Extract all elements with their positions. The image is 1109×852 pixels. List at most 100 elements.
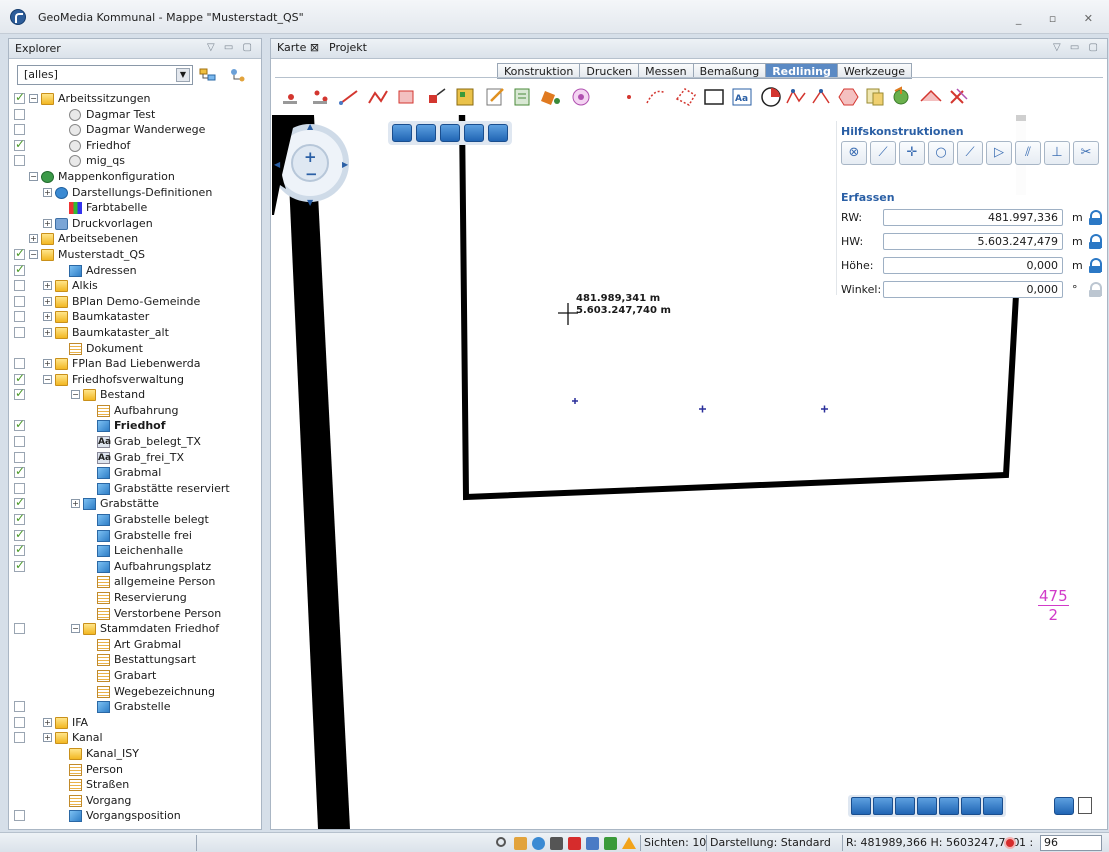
- expand-icon[interactable]: +: [43, 327, 52, 337]
- layer-checkbox[interactable]: [14, 511, 25, 527]
- tool-fill-icon[interactable]: [541, 91, 560, 105]
- lock-icon[interactable]: [1089, 258, 1102, 273]
- construct-perpendicular-icon[interactable]: ⊥: [1044, 141, 1070, 165]
- tree-item[interactable]: − Friedhofsverwaltung: [9, 371, 261, 388]
- redline-freehand-icon[interactable]: [786, 89, 806, 104]
- snap-intersection-button[interactable]: [873, 797, 893, 815]
- expand-icon[interactable]: +: [43, 717, 52, 727]
- tree-item[interactable]: Dokument: [9, 341, 261, 357]
- redline-copy-icon[interactable]: [866, 88, 884, 106]
- doc-icon[interactable]: [586, 837, 599, 850]
- redline-polygon-icon[interactable]: [675, 88, 697, 106]
- tab-karte[interactable]: Karte ⊠: [277, 41, 319, 54]
- redline-arc-icon[interactable]: [646, 90, 666, 104]
- tree-item[interactable]: Kanal_ISY: [9, 746, 261, 762]
- redline-circle-icon[interactable]: [761, 87, 781, 107]
- redline-angle-icon[interactable]: [812, 89, 830, 104]
- layer-checkbox[interactable]: [14, 137, 25, 152]
- snap-line-button[interactable]: [895, 797, 915, 815]
- expand-icon[interactable]: +: [43, 359, 52, 369]
- layer-checkbox[interactable]: [14, 358, 25, 370]
- scale-lock-icon[interactable]: [1004, 837, 1016, 849]
- redline-rotate-icon[interactable]: [893, 86, 909, 105]
- legend-button[interactable]: [1054, 797, 1074, 815]
- grid-icon[interactable]: [550, 837, 563, 850]
- construct-point-icon[interactable]: ✛: [899, 141, 925, 165]
- tree-item[interactable]: + Darstellungs-Definitionen: [9, 185, 261, 201]
- rw-input[interactable]: 481.997,336: [883, 209, 1063, 226]
- tree-item[interactable]: Aufbahrung: [9, 403, 261, 419]
- globe-icon[interactable]: [532, 837, 545, 850]
- tree-item[interactable]: Farbtabelle: [9, 200, 261, 216]
- tree-item[interactable]: + Baumkataster: [9, 309, 261, 325]
- layer-checkbox[interactable]: [14, 482, 25, 494]
- layer-checkbox[interactable]: [14, 155, 25, 167]
- layer-checkbox[interactable]: [14, 295, 25, 307]
- collapse-icon[interactable]: −: [71, 624, 80, 634]
- collapse-icon[interactable]: −: [29, 249, 38, 259]
- window-controls[interactable]: _ ▫ ✕: [1016, 12, 1105, 25]
- map-panel-controls[interactable]: ▽ ▭ ▢: [1053, 42, 1101, 53]
- collapse-icon[interactable]: −: [71, 390, 80, 400]
- tool-resize-icon[interactable]: [429, 88, 446, 103]
- zoom-out-button[interactable]: [440, 124, 460, 142]
- lock-icon[interactable]: [1089, 282, 1102, 297]
- map-navigation-control[interactable]: ▲ ▼ ◀ ▶ + −: [272, 115, 354, 215]
- construct-line-icon[interactable]: ⟋: [870, 141, 896, 165]
- layer-checkbox[interactable]: [14, 90, 25, 106]
- tree-item[interactable]: + Alkis: [9, 278, 261, 294]
- zoom-extent-button[interactable]: [464, 124, 484, 142]
- redline-point-icon[interactable]: [627, 95, 631, 99]
- snap-vertex-button[interactable]: [939, 797, 959, 815]
- tree-item[interactable]: Art Grabmal: [9, 637, 261, 653]
- tool-polyline-icon[interactable]: [368, 90, 388, 104]
- tree-item[interactable]: + BPlan Demo-Gemeinde: [9, 294, 261, 310]
- layer-checkbox[interactable]: [14, 124, 25, 136]
- layer-checkbox[interactable]: [14, 436, 25, 448]
- lock-icon[interactable]: [1089, 210, 1102, 225]
- layer-checkbox[interactable]: [14, 810, 25, 822]
- tree-item[interactable]: Vorgang: [9, 793, 261, 809]
- redline-text-icon[interactable]: Aa: [732, 88, 752, 106]
- tree-item[interactable]: − Arbeitssitzungen: [9, 90, 261, 107]
- expand-icon[interactable]: +: [43, 296, 52, 306]
- layer-checkbox[interactable]: [14, 386, 25, 402]
- layer-checkbox[interactable]: [14, 701, 25, 713]
- tree-item[interactable]: + IFA: [9, 715, 261, 731]
- close-icon[interactable]: ⊠: [310, 41, 319, 54]
- tree-item[interactable]: Grabmal: [9, 464, 261, 481]
- tree-item[interactable]: + Grabstätte: [9, 495, 261, 512]
- tree-item[interactable]: Grabart: [9, 668, 261, 684]
- construct-angle-icon[interactable]: ▷: [986, 141, 1012, 165]
- tree-item[interactable]: + Baumkataster_alt: [9, 325, 261, 341]
- tool-edit-icon[interactable]: [486, 88, 504, 106]
- redline-delete-icon[interactable]: [950, 88, 968, 104]
- layer-checkbox[interactable]: [14, 246, 25, 262]
- tree-item[interactable]: Reservierung: [9, 590, 261, 606]
- tree-icon[interactable]: [514, 837, 527, 850]
- layer-checkbox[interactable]: [14, 108, 25, 120]
- legend-list-icon[interactable]: [1078, 797, 1092, 814]
- layer-checkbox[interactable]: [14, 623, 25, 635]
- expand-icon[interactable]: +: [43, 281, 52, 291]
- tree-item[interactable]: Friedhof: [9, 417, 261, 434]
- tree-item[interactable]: + Arbeitsebenen: [9, 231, 261, 247]
- zoom-window-button[interactable]: [392, 124, 412, 142]
- construct-clear-icon[interactable]: ✂: [1073, 141, 1099, 165]
- tree-item[interactable]: − Musterstadt_QS: [9, 246, 261, 263]
- expand-icon[interactable]: +: [43, 218, 52, 228]
- zoom-in-button[interactable]: [416, 124, 436, 142]
- snap-corner-button[interactable]: [983, 797, 1003, 815]
- collapse-icon[interactable]: −: [29, 171, 38, 181]
- snap-intersect-icon[interactable]: ⊗: [841, 141, 867, 165]
- layer-checkbox[interactable]: [14, 464, 25, 480]
- redline-hexagon-icon[interactable]: [838, 88, 859, 106]
- tree-item[interactable]: Aa Grab_frei_TX: [9, 450, 261, 466]
- snap-tangent-button[interactable]: [961, 797, 981, 815]
- layer-checkbox[interactable]: [14, 326, 25, 338]
- layer-checkbox[interactable]: [14, 280, 25, 292]
- tree-item[interactable]: − Stammdaten Friedhof: [9, 621, 261, 637]
- layer-checkbox[interactable]: [14, 451, 25, 463]
- collapse-icon[interactable]: −: [29, 94, 38, 103]
- tree-item[interactable]: Grabstelle frei: [9, 527, 261, 544]
